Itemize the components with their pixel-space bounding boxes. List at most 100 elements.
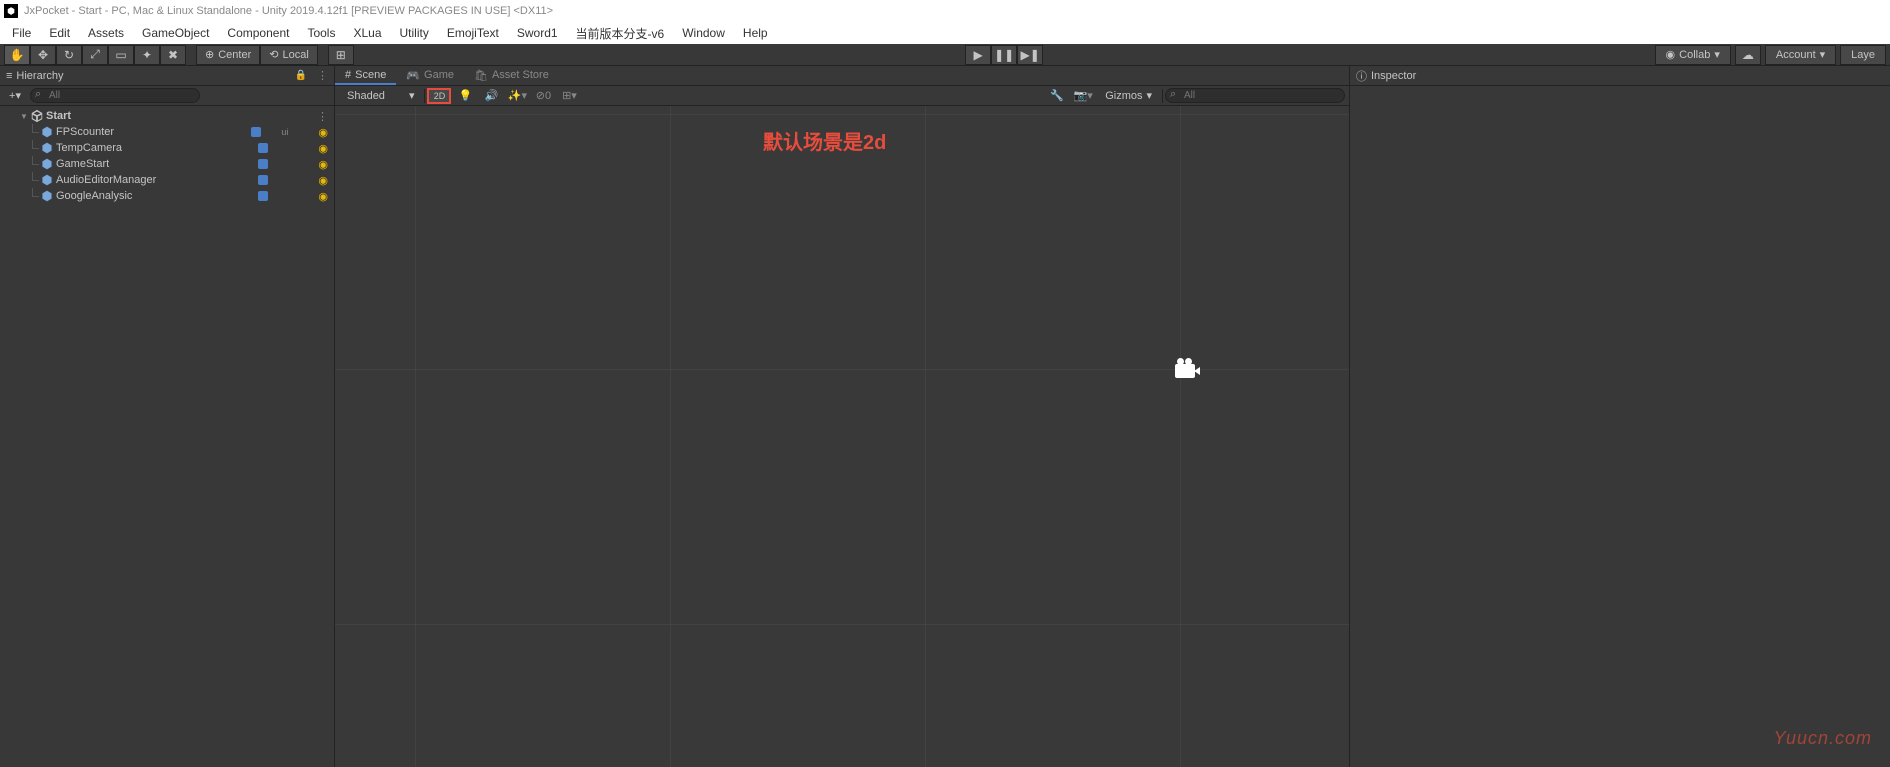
scene-viewport[interactable]: 默认场景是2d [335, 106, 1349, 767]
menu-help[interactable]: Help [735, 24, 776, 42]
menu-tools[interactable]: Tools [299, 24, 343, 42]
tab-asset-store[interactable]: 🛍 Asset Store [464, 67, 559, 85]
menu-branch[interactable]: 当前版本分支-v6 [568, 23, 673, 44]
main-toolbar: ✋ ✥ ↻ ⤢ ▭ ✦ ✖ ⊕ Center ⟲ Local ⊞ ▶ ❚❚ ▶❚… [0, 44, 1890, 66]
pivot-center-button[interactable]: ⊕ Center [196, 45, 260, 65]
pause-button[interactable]: ❚❚ [991, 45, 1017, 65]
lighting-toggle-button[interactable]: 💡 [453, 88, 477, 104]
camera-button[interactable]: 📷▾ [1071, 88, 1095, 104]
eye-slash-icon: ⊘ [536, 89, 545, 102]
menu-window[interactable]: Window [674, 24, 733, 42]
window-title: JxPocket - Start - PC, Mac & Linux Stand… [24, 5, 553, 17]
visibility-icon[interactable]: ◉ [318, 126, 328, 139]
unity-scene-icon [30, 109, 44, 123]
inspector-panel: ⓘ Inspector [1350, 66, 1890, 767]
menu-emojitext[interactable]: EmojiText [439, 24, 507, 42]
hierarchy-item-tempcamera[interactable]: TempCamera ◉ [0, 140, 334, 156]
transform-tools: ✋ ✥ ↻ ⤢ ▭ ✦ ✖ [4, 45, 186, 65]
menu-file[interactable]: File [4, 24, 39, 42]
game-tab-icon: 🎮 [406, 69, 420, 82]
annotation-text: 默认场景是2d [763, 126, 886, 155]
scene-menu-icon[interactable]: ⋮ [317, 110, 328, 123]
local-icon: ⟲ [269, 48, 278, 61]
hierarchy-panel: ≡ Hierarchy 🔒 ⋮ +▾ ▼ Start ⋮ FPScounter [0, 66, 335, 767]
gameobject-icon [40, 157, 54, 171]
inspector-tab[interactable]: ⓘ Inspector [1350, 66, 1890, 86]
pivot-local-button[interactable]: ⟲ Local [260, 45, 318, 65]
hand-tool-button[interactable]: ✋ [4, 45, 30, 65]
hierarchy-tab[interactable]: ≡ Hierarchy 🔒 ⋮ [0, 66, 334, 86]
prefab-badge-icon [258, 191, 268, 201]
hierarchy-item-googleanalysic[interactable]: GoogleAnalysic ◉ [0, 188, 334, 204]
visibility-icon[interactable]: ◉ [318, 174, 328, 187]
tab-scene[interactable]: # Scene [335, 67, 396, 85]
move-tool-button[interactable]: ✥ [30, 45, 56, 65]
scene-search-input[interactable] [1165, 88, 1345, 103]
chevron-down-icon: ▾ [1714, 48, 1720, 61]
visibility-icon[interactable]: ◉ [318, 158, 328, 171]
2d-toggle-button[interactable]: 2D [427, 88, 451, 104]
layers-dropdown[interactable]: Laye [1840, 45, 1886, 65]
menu-xlua[interactable]: XLua [345, 24, 389, 42]
prefab-badge-icon [251, 127, 261, 137]
window-title-bar: ⬢ JxPocket - Start - PC, Mac & Linux Sta… [0, 0, 1890, 22]
expand-arrow-icon[interactable]: ▼ [18, 112, 30, 121]
rect-tool-button[interactable]: ▭ [108, 45, 134, 65]
tools-button[interactable]: 🔧 [1045, 88, 1069, 104]
hierarchy-search-bar: +▾ [0, 86, 334, 106]
menu-bar: File Edit Assets GameObject Component To… [0, 22, 1890, 44]
grid-toggle-button[interactable]: ⊞▾ [557, 88, 581, 104]
step-button[interactable]: ▶❚ [1017, 45, 1043, 65]
lock-icon[interactable]: 🔒 [295, 70, 307, 81]
unity-logo-icon: ⬢ [4, 4, 18, 18]
rotate-tool-button[interactable]: ↻ [56, 45, 82, 65]
add-button[interactable]: +▾ [4, 88, 26, 104]
hierarchy-item-fpscounter[interactable]: FPScounter ui ◉ [0, 124, 334, 140]
menu-assets[interactable]: Assets [80, 24, 132, 42]
gizmos-dropdown[interactable]: Gizmos ▾ [1097, 88, 1160, 104]
tab-game[interactable]: 🎮 Game [396, 67, 464, 85]
chevron-down-icon: ▾ [1820, 48, 1826, 61]
gameobject-icon [40, 173, 54, 187]
scene-tab-icon: # [345, 69, 351, 81]
prefab-badge-icon [258, 159, 268, 169]
transform-tool-button[interactable]: ✦ [134, 45, 160, 65]
snap-button[interactable]: ⊞ [328, 45, 354, 65]
shading-mode-dropdown[interactable]: Shaded ▾ [339, 88, 422, 104]
prefab-badge-icon [258, 175, 268, 185]
menu-component[interactable]: Component [219, 24, 297, 42]
collab-icon: ◉ [1666, 48, 1676, 61]
center-icon: ⊕ [205, 48, 214, 61]
scene-panel: # Scene 🎮 Game 🛍 Asset Store Shaded ▾ 2D… [335, 66, 1350, 767]
visibility-icon[interactable]: ◉ [318, 142, 328, 155]
hierarchy-item-gamestart[interactable]: GameStart ◉ [0, 156, 334, 172]
panel-menu-icon[interactable]: ⋮ [317, 69, 328, 82]
menu-utility[interactable]: Utility [392, 24, 437, 42]
hierarchy-search-input[interactable] [30, 88, 200, 103]
chevron-down-icon: ▾ [1146, 89, 1152, 102]
hierarchy-item-audioeditormanager[interactable]: AudioEditorManager ◉ [0, 172, 334, 188]
scale-tool-button[interactable]: ⤢ [82, 45, 108, 65]
hidden-objects-button[interactable]: ⊘ 0 [531, 88, 555, 104]
collab-dropdown[interactable]: ◉ Collab ▾ [1655, 45, 1731, 65]
menu-sword1[interactable]: Sword1 [509, 24, 566, 42]
visibility-icon[interactable]: ◉ [318, 190, 328, 203]
watermark-text: Yuucn.com [1774, 728, 1872, 749]
scene-toolbar: Shaded ▾ 2D 💡 🔊 ✨▾ ⊘ 0 ⊞▾ 🔧 📷▾ Gizmos ▾ [335, 86, 1349, 106]
inspector-icon: ⓘ [1356, 68, 1367, 84]
scene-tabs: # Scene 🎮 Game 🛍 Asset Store [335, 66, 1349, 86]
gameobject-icon [40, 125, 54, 139]
menu-gameobject[interactable]: GameObject [134, 24, 217, 42]
account-dropdown[interactable]: Account ▾ [1765, 45, 1836, 65]
play-controls: ▶ ❚❚ ▶❚ [965, 45, 1043, 65]
play-button[interactable]: ▶ [965, 45, 991, 65]
custom-tool-button[interactable]: ✖ [160, 45, 186, 65]
menu-edit[interactable]: Edit [41, 24, 78, 42]
scene-root-item[interactable]: ▼ Start ⋮ [0, 108, 334, 124]
fx-toggle-button[interactable]: ✨▾ [505, 88, 529, 104]
prefab-badge-icon [258, 143, 268, 153]
cloud-button[interactable]: ☁ [1735, 45, 1761, 65]
camera-gizmo-icon[interactable] [1175, 364, 1201, 384]
audio-toggle-button[interactable]: 🔊 [479, 88, 503, 104]
hierarchy-tree: ▼ Start ⋮ FPScounter ui ◉ [0, 106, 334, 767]
